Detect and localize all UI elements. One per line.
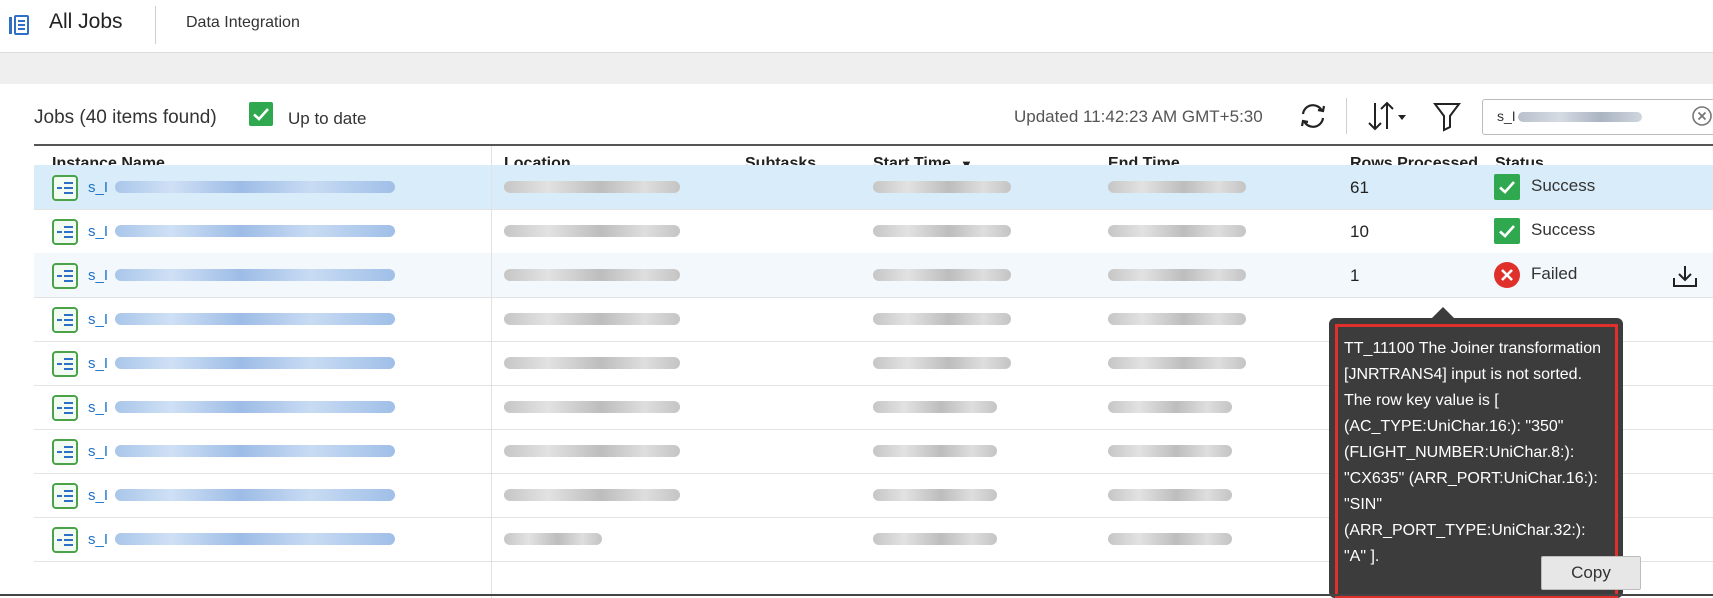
error-message: TT_11100 The Joiner transformation [JNRT… xyxy=(1344,340,1602,565)
clear-icon[interactable] xyxy=(1692,106,1712,126)
instance-name-link[interactable]: s_I xyxy=(88,443,108,460)
end-time-redacted xyxy=(1108,225,1246,237)
location-redacted xyxy=(504,489,680,501)
rows-processed: 10 xyxy=(1350,222,1369,241)
location-redacted xyxy=(504,225,680,237)
task-icon xyxy=(52,219,78,245)
instance-name-link[interactable]: s_I xyxy=(88,311,108,328)
column-divider xyxy=(491,146,492,598)
location-redacted xyxy=(504,533,602,545)
refresh-icon[interactable] xyxy=(1296,101,1330,131)
up-to-date-status: Up to date xyxy=(288,109,367,128)
instance-name-link[interactable]: s_I xyxy=(88,223,108,240)
task-icon xyxy=(52,307,78,333)
start-time-redacted xyxy=(873,401,997,413)
end-time-redacted xyxy=(1108,313,1246,325)
task-icon xyxy=(52,439,78,465)
success-icon xyxy=(1493,217,1521,245)
end-time-redacted xyxy=(1108,181,1246,193)
instance-name-redacted[interactable] xyxy=(115,489,395,501)
bottom-border xyxy=(0,594,1713,596)
task-icon xyxy=(52,175,78,201)
updated-timestamp: Updated 11:42:23 AM GMT+5:30 xyxy=(1014,107,1263,126)
instance-name-redacted[interactable] xyxy=(115,445,395,457)
start-time-redacted xyxy=(873,181,1011,193)
search-input[interactable]: s_I xyxy=(1482,99,1713,135)
instance-name-redacted[interactable] xyxy=(115,225,395,237)
instance-name-link[interactable]: s_I xyxy=(88,355,108,372)
location-redacted xyxy=(504,269,680,281)
start-time-redacted xyxy=(873,533,997,545)
task-icon xyxy=(52,395,78,421)
start-time-redacted xyxy=(873,269,1011,281)
table-row[interactable]: s_I 1 Failed xyxy=(34,253,1713,298)
task-icon xyxy=(52,527,78,553)
instance-name-link[interactable]: s_I xyxy=(88,267,108,284)
header-divider xyxy=(155,6,156,44)
start-time-redacted xyxy=(873,489,997,501)
table-row[interactable]: s_I 10 Success xyxy=(34,209,1713,254)
filter-icon[interactable] xyxy=(1432,100,1462,132)
end-time-redacted xyxy=(1108,489,1232,501)
start-time-redacted xyxy=(873,313,1011,325)
table-row[interactable]: s_I 61 Success xyxy=(34,165,1713,210)
end-time-redacted xyxy=(1108,401,1232,413)
instance-name-redacted[interactable] xyxy=(115,313,395,325)
location-redacted xyxy=(504,313,680,325)
instance-name-link[interactable]: s_I xyxy=(88,399,108,416)
instance-name-link[interactable]: s_I xyxy=(88,179,108,196)
task-icon xyxy=(52,263,78,289)
page-background-strip xyxy=(0,53,1713,84)
status-text: Success xyxy=(1531,220,1596,239)
instance-name-redacted[interactable] xyxy=(115,181,395,193)
end-time-redacted xyxy=(1108,533,1232,545)
failed-icon xyxy=(1493,261,1521,289)
rows-processed: 61 xyxy=(1350,178,1369,197)
toolbar-divider xyxy=(1346,98,1347,134)
location-redacted xyxy=(504,445,680,457)
end-time-redacted xyxy=(1108,357,1246,369)
instance-name-redacted[interactable] xyxy=(115,533,395,545)
location-redacted xyxy=(504,181,680,193)
jobs-count: Jobs (40 items found) xyxy=(34,107,217,128)
location-redacted xyxy=(504,401,680,413)
jobs-app-icon xyxy=(8,14,30,36)
service-name[interactable]: Data Integration xyxy=(186,14,300,32)
task-icon xyxy=(52,351,78,377)
success-icon xyxy=(1493,173,1521,201)
end-time-redacted xyxy=(1108,269,1246,281)
sort-icon[interactable] xyxy=(1366,99,1412,133)
end-time-redacted xyxy=(1108,445,1232,457)
search-value: s_I xyxy=(1497,108,1642,124)
instance-name-redacted[interactable] xyxy=(115,269,395,281)
instance-name-redacted[interactable] xyxy=(115,357,395,369)
task-icon xyxy=(52,483,78,509)
top-bar: All Jobs Data Integration xyxy=(0,0,1713,53)
rows-processed: 1 xyxy=(1350,266,1360,285)
instance-name-link[interactable]: s_I xyxy=(88,487,108,504)
start-time-redacted xyxy=(873,225,1011,237)
status-text: Success xyxy=(1531,176,1596,195)
copy-button[interactable]: Copy xyxy=(1541,556,1641,590)
page-title: All Jobs xyxy=(49,10,123,33)
instance-name-link[interactable]: s_I xyxy=(88,531,108,548)
start-time-redacted xyxy=(873,445,997,457)
instance-name-redacted[interactable] xyxy=(115,401,395,413)
start-time-redacted xyxy=(873,357,1011,369)
status-text[interactable]: Failed xyxy=(1531,264,1577,284)
checkbox-checked-icon xyxy=(249,102,273,126)
download-icon[interactable] xyxy=(1671,263,1699,289)
location-redacted xyxy=(504,357,680,369)
